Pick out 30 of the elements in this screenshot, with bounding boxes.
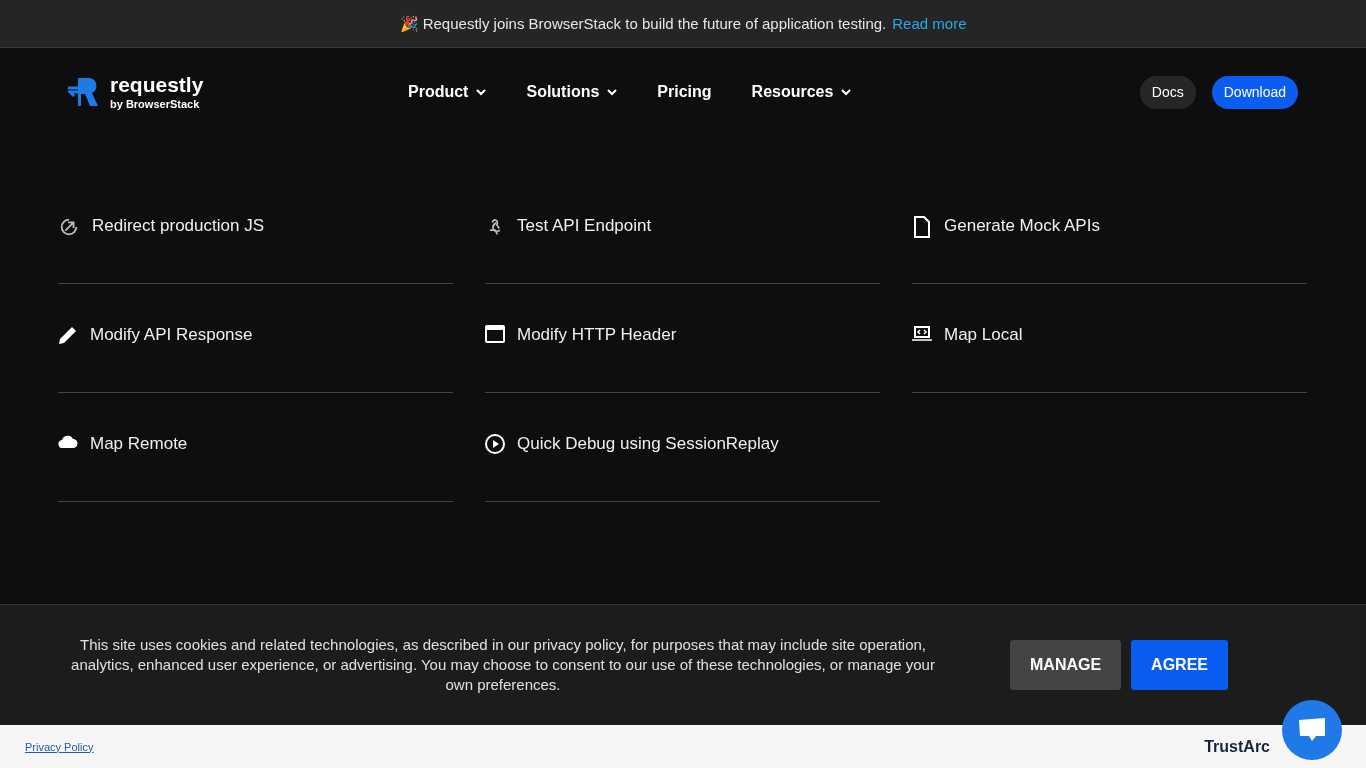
download-button[interactable]: Download bbox=[1211, 75, 1298, 109]
agree-button[interactable]: AGREE bbox=[1131, 640, 1228, 690]
manage-button[interactable]: MANAGE bbox=[1010, 640, 1122, 690]
read-more-link[interactable]: Read more bbox=[892, 15, 967, 32]
browser-window-icon bbox=[485, 325, 505, 343]
brand-logo: TrustArc bbox=[1204, 737, 1270, 756]
laptop-code-icon bbox=[912, 325, 932, 343]
cloud-icon bbox=[58, 434, 78, 448]
docs-button[interactable]: Docs bbox=[1139, 75, 1196, 109]
nav-menu-item[interactable]: Product bbox=[408, 83, 487, 101]
logo-name: requestly bbox=[110, 74, 204, 96]
play-circle-icon bbox=[485, 434, 505, 454]
feature-link[interactable]: Quick Debug using SessionReplay bbox=[485, 394, 880, 502]
feature-link[interactable]: Map Remote bbox=[58, 394, 453, 502]
pencil-icon bbox=[58, 325, 78, 345]
arrow-circle-icon bbox=[58, 216, 80, 238]
feature-link[interactable]: Redirect production JS bbox=[58, 176, 453, 284]
nav-menu-item[interactable]: Solutions bbox=[526, 83, 618, 101]
logo-tagline: by BrowserStack bbox=[110, 98, 201, 110]
feature-link[interactable]: Generate Mock APIs bbox=[912, 176, 1307, 284]
nav-menu-item[interactable]: Pricing bbox=[657, 83, 712, 101]
nav-menu-item[interactable]: Resources bbox=[751, 83, 852, 101]
feature-link[interactable]: Modify API Response bbox=[58, 285, 453, 393]
document-icon bbox=[912, 216, 932, 238]
feature-link[interactable]: Modify HTTP Header bbox=[485, 285, 880, 393]
announcement-text: 🎉 Requestly joins BrowserStack to build the future of application testing. bbox=[399, 14, 887, 33]
cookie-notice: This site uses cookies and related technologies, as described in our privacy policy, for purposes that may include site operation, analytics, enhanced user experience, or advertising. You may choose to consent to our use of these technologies, or manage your own preferences. bbox=[70, 635, 936, 695]
feature-link[interactable]: Map Local bbox=[912, 285, 1307, 393]
feature-link[interactable]: Test API Endpoint bbox=[485, 176, 880, 284]
privacy-policy-link[interactable]: Privacy Policy bbox=[25, 740, 94, 753]
